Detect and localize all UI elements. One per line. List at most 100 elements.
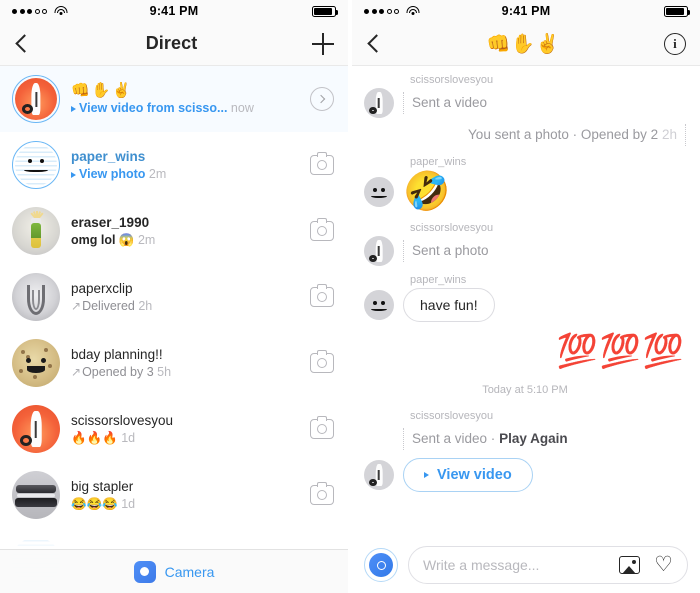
thread-preview-text: Delivered — [82, 298, 135, 313]
thread-preview: ↗Opened by 3 5h — [71, 363, 304, 381]
message-line[interactable]: Sent a video — [364, 88, 686, 118]
avatar — [12, 471, 60, 519]
new-message-icon[interactable] — [312, 32, 334, 55]
thread-text: eraser_1990 omg lol 😱 2m — [71, 214, 304, 249]
back-icon[interactable] — [15, 34, 34, 53]
thread-action[interactable] — [304, 87, 334, 111]
thread-text: big stapler 😂😂😂 1d — [71, 478, 304, 513]
message-line[interactable]: Sent a video · Play Again — [364, 424, 686, 454]
thread-row-5[interactable]: scissorslovesyou 🔥🔥🔥 1d — [0, 396, 348, 462]
inbox-nav-bar: Direct — [0, 22, 348, 66]
thread-preview-text: omg lol 😱 — [71, 232, 135, 247]
thread-text: paperxclip ↗Delivered 2h — [71, 280, 304, 315]
thread-preview: ↗Delivered 2h — [71, 297, 304, 315]
message-bubble: have fun! — [403, 288, 495, 322]
thread-list[interactable]: 👊✋✌️ View video from scisso... now paper… — [0, 66, 348, 593]
thread-time: now — [230, 100, 254, 115]
message-2: paper_wins 🤣 — [364, 154, 686, 214]
thread-row-3[interactable]: paperxclip ↗Delivered 2h — [0, 264, 348, 330]
camera-icon[interactable] — [310, 416, 334, 439]
day-divider: Today at 5:10 PM — [482, 384, 568, 396]
camera-icon[interactable] — [310, 152, 334, 175]
avatar-spacer — [364, 424, 394, 454]
info-circle-icon[interactable]: i — [663, 32, 686, 55]
thread-preview-text: View photo — [79, 166, 146, 181]
thread-preview: 🔥🔥🔥 1d — [71, 429, 304, 447]
view-video-button[interactable]: View video — [403, 458, 533, 492]
avatar — [364, 236, 394, 266]
wifi-icon — [54, 6, 67, 16]
camera-bar-label: Camera — [164, 563, 215, 580]
thread-time: 1d — [121, 496, 136, 511]
thread-action[interactable] — [304, 482, 334, 505]
message-text: You sent a photo · Opened by 2 2h — [468, 126, 677, 144]
view-video-line[interactable]: View video — [364, 458, 686, 492]
message-time: 2h — [661, 127, 677, 142]
sent-arrow-icon: ↗ — [71, 298, 82, 313]
thread-preview: 😂😂😂 1d — [71, 495, 304, 513]
heart-icon[interactable]: ♡ — [654, 554, 673, 575]
media-indicator-icon — [685, 124, 686, 146]
camera-icon[interactable] — [310, 218, 334, 241]
message-input-placeholder: Write a message... — [423, 557, 540, 573]
message-status-text: Sent a video · — [412, 431, 500, 446]
camera-icon[interactable] — [133, 560, 156, 583]
message-line[interactable]: 🤣 — [364, 170, 686, 214]
play-again-link[interactable]: Play Again — [499, 431, 568, 446]
thread-preview-text: View video from scisso... — [79, 100, 228, 115]
direct-inbox-screen: 9:41 PM Direct 👊✋✌️ View video from scis… — [0, 0, 350, 593]
status-bar-time: 9:41 PM — [149, 4, 199, 18]
photo-library-icon[interactable] — [619, 556, 641, 574]
thread-action[interactable] — [304, 152, 334, 175]
wifi-icon — [406, 6, 419, 16]
thread-row-1[interactable]: paper_wins View photo 2m — [0, 132, 348, 198]
thread-preview: View video from scisso... now — [71, 99, 304, 117]
avatar — [12, 273, 60, 321]
play-icon — [71, 171, 76, 178]
thread-action[interactable] — [304, 416, 334, 439]
camera-icon[interactable] — [310, 350, 334, 373]
composer-camera-button[interactable] — [364, 548, 398, 582]
camera-bar[interactable]: Camera — [0, 549, 348, 593]
message-list[interactable]: scissorslovesyou Sent a video You sent a… — [352, 66, 700, 537]
camera-icon[interactable] — [310, 284, 334, 307]
thread-name: eraser_1990 — [71, 214, 150, 230]
message-line[interactable]: Sent a photo — [364, 236, 686, 266]
message-0: scissorslovesyou Sent a video — [364, 72, 686, 118]
play-icon — [424, 472, 429, 478]
thread-row-0[interactable]: 👊✋✌️ View video from scisso... now — [0, 66, 348, 132]
message-1[interactable]: You sent a photo · Opened by 2 2h — [364, 124, 686, 146]
back-icon[interactable] — [367, 34, 386, 53]
message-input[interactable]: Write a message... ♡ — [408, 546, 688, 584]
avatar — [12, 75, 60, 123]
thread-name: bday planning!! — [71, 346, 163, 362]
conversation-nav-bar: 👊✋✌️ i — [352, 22, 700, 66]
view-video-label: View video — [437, 467, 512, 483]
thread-time: 2h — [138, 298, 153, 313]
thread-action[interactable] — [304, 218, 334, 241]
thread-action[interactable] — [304, 350, 334, 373]
message-text: Sent a photo — [412, 243, 489, 258]
thread-row-2[interactable]: eraser_1990 omg lol 😱 2m — [0, 198, 348, 264]
thread-text: bday planning!! ↗Opened by 3 5h — [71, 346, 304, 381]
media-indicator-icon — [403, 92, 404, 114]
thread-row-4[interactable]: bday planning!! ↗Opened by 3 5h — [0, 330, 348, 396]
conversation-title: 👊✋✌️ — [486, 33, 561, 55]
sent-arrow-icon: ↗ — [71, 364, 82, 379]
status-bar-left — [12, 6, 104, 16]
message-composer: Write a message... ♡ — [352, 537, 700, 593]
status-bar-left — [364, 6, 456, 16]
status-bar-time: 9:41 PM — [501, 4, 551, 18]
avatar — [364, 177, 394, 207]
thread-preview-text: 😂😂😂 — [71, 496, 118, 511]
message-line[interactable]: have fun! — [364, 288, 686, 322]
play-icon — [71, 105, 76, 112]
status-bar: 9:41 PM — [352, 0, 700, 22]
message-text: Sent a video — [412, 95, 488, 110]
message-sender: scissorslovesyou — [410, 222, 494, 234]
instagram-direct-screens: 9:41 PM Direct 👊✋✌️ View video from scis… — [0, 0, 700, 593]
thread-action[interactable] — [304, 284, 334, 307]
chevron-right-circle-icon[interactable] — [310, 87, 334, 111]
thread-row-6[interactable]: big stapler 😂😂😂 1d — [0, 462, 348, 528]
camera-icon[interactable] — [310, 482, 334, 505]
